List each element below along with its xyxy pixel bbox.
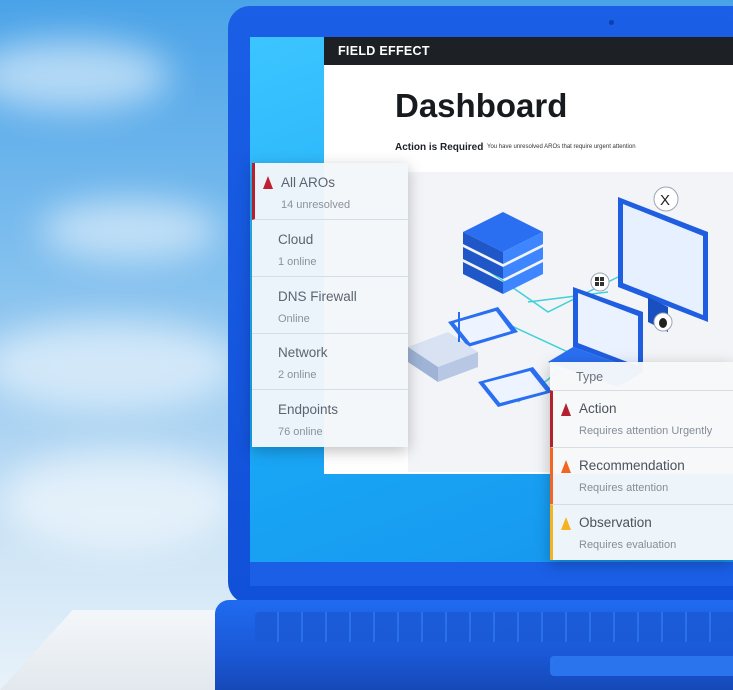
type-item-label: Action — [579, 401, 617, 416]
aro-item-status: 1 online — [278, 256, 317, 268]
alert-title: Action is Required — [395, 142, 484, 153]
aro-filter-panel: All AROs 14 unresolved Cloud 1 online DN… — [252, 163, 411, 447]
type-item-label: Recommendation — [579, 458, 685, 473]
camera-icon — [609, 20, 614, 25]
aro-item-label: Network — [278, 345, 328, 360]
cloud — [0, 40, 170, 110]
aro-item-label: Endpoints — [278, 402, 339, 417]
aro-item-label: Cloud — [278, 232, 314, 247]
aro-item-cloud[interactable]: Cloud 1 online — [252, 220, 408, 277]
keyboard — [255, 612, 733, 642]
aro-item-status: 2 online — [278, 369, 317, 381]
aro-item-label: DNS Firewall — [278, 289, 357, 304]
type-item-observation[interactable]: Observation Requires evaluation — [550, 504, 733, 560]
svg-text:X: X — [660, 192, 670, 209]
warning-icon — [561, 517, 571, 530]
type-item-label: Observation — [579, 515, 652, 530]
warning-icon — [263, 176, 273, 189]
aro-item-status: 14 unresolved — [281, 199, 351, 211]
cloud — [40, 200, 220, 260]
aro-item-label: All AROs — [281, 175, 336, 190]
aro-item-dns-firewall[interactable]: DNS Firewall Online — [252, 277, 408, 334]
type-filter-panel: Type Action Requires attention Urgently … — [550, 362, 733, 560]
aro-item-network[interactable]: Network 2 online — [252, 333, 408, 390]
type-item-description: Requires evaluation — [579, 539, 677, 551]
type-header: Type — [576, 370, 604, 384]
type-item-recommendation[interactable]: Recommendation Requires attention — [550, 447, 733, 504]
page-title: Dashboard — [395, 87, 568, 124]
type-item-action[interactable]: Action Requires attention Urgently — [550, 390, 733, 447]
windows-logo-icon — [590, 272, 610, 292]
warning-icon — [561, 460, 571, 473]
linux-logo-icon — [653, 312, 673, 332]
type-item-description: Requires attention — [579, 482, 669, 494]
aro-item-status: 76 online — [278, 426, 323, 438]
aro-item-endpoints[interactable]: Endpoints 76 online — [252, 390, 408, 446]
aro-item-all[interactable]: All AROs 14 unresolved — [252, 163, 411, 220]
app-header: FIELD EFFECT — [324, 37, 733, 65]
trackpad — [550, 656, 733, 676]
cloud — [0, 320, 240, 410]
warning-icon — [561, 403, 571, 416]
alert-message: You have unresolved AROs that require ur… — [487, 144, 636, 150]
screen-bezel — [250, 562, 733, 586]
cloud — [0, 450, 240, 550]
brand-logo[interactable]: FIELD EFFECT — [338, 44, 430, 58]
macos-x-logo-icon: X — [653, 186, 679, 212]
type-item-description: Requires attention Urgently — [579, 425, 713, 437]
aro-item-status: Online — [278, 313, 310, 325]
